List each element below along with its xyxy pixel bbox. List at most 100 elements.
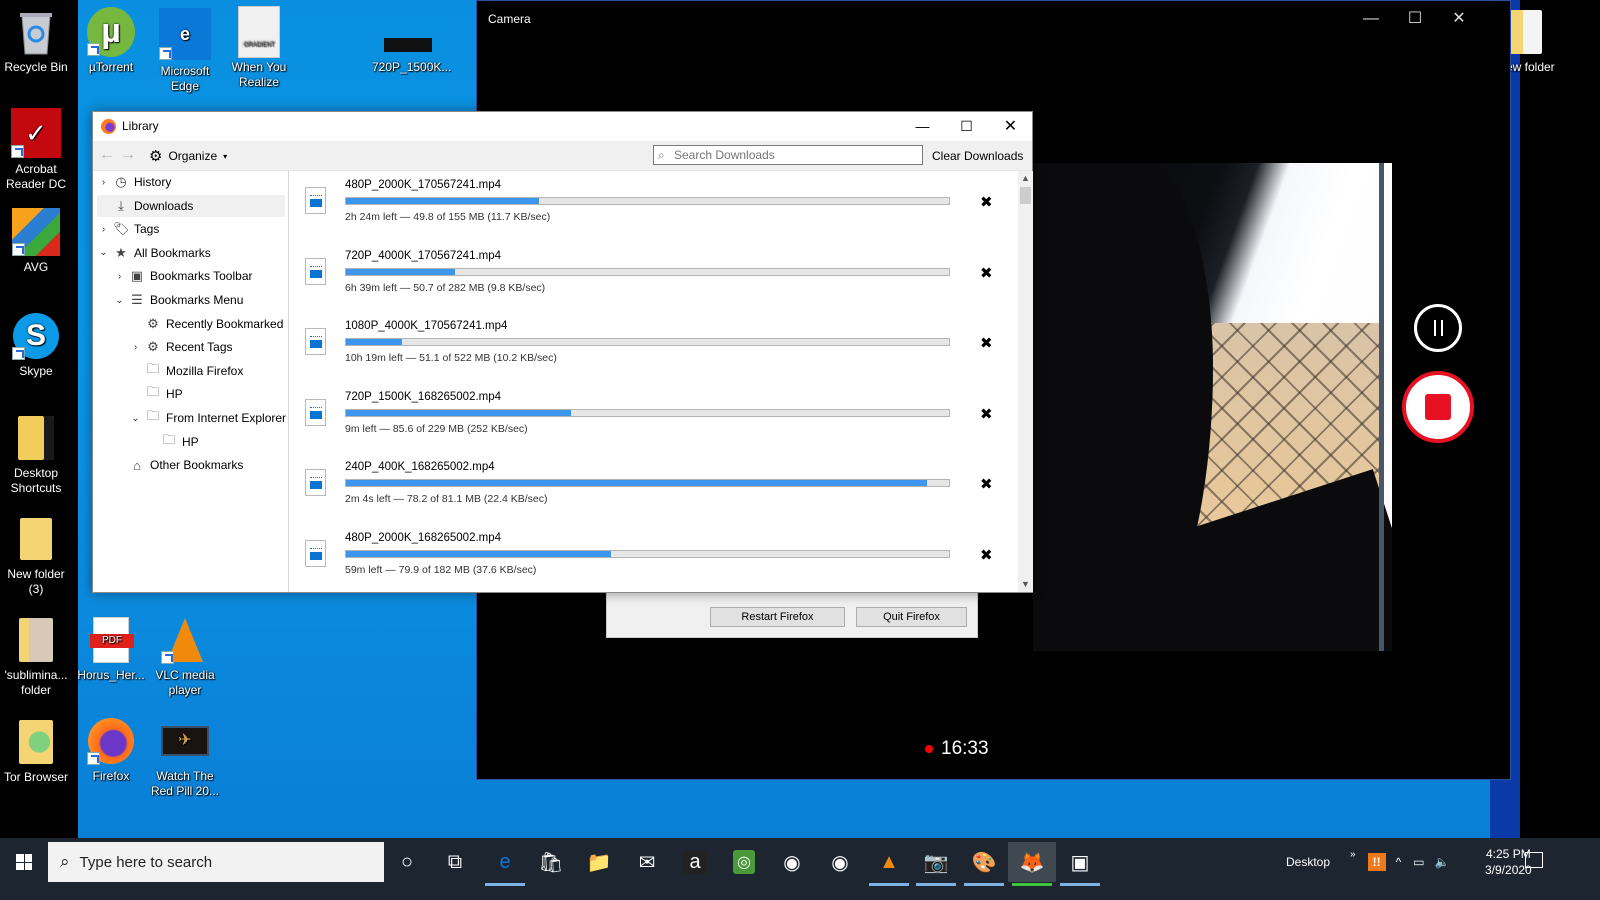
chevron-right-icon[interactable]: ›: [99, 224, 108, 235]
download-item[interactable]: 480P_2000K_170567241.mp4 2h 24m left — 49…: [290, 171, 1018, 241]
sidebar-item[interactable]: ⌄ ★ All Bookmarks: [99, 242, 210, 264]
desktop-icon-tor-browser[interactable]: Tor Browser: [0, 718, 72, 785]
desktop-icon-avg[interactable]: AVG: [0, 208, 72, 275]
cancel-download-icon[interactable]: ✖: [980, 475, 993, 493]
scroll-up-icon[interactable]: ▲: [1018, 171, 1033, 186]
sidebar-item[interactable]: › ▣ Bookmarks Toolbar: [115, 265, 253, 287]
cancel-download-icon[interactable]: ✖: [980, 546, 993, 564]
video-file-icon: [305, 187, 326, 214]
firefox-icon: [101, 119, 116, 134]
start-button[interactable]: [0, 838, 48, 886]
chevron-right-icon[interactable]: ›: [131, 342, 140, 353]
minimize-button[interactable]: —: [1349, 5, 1393, 33]
desktop-icon-vlc[interactable]: VLC media player: [149, 616, 221, 698]
sidebar-item[interactable]: ⌂ Other Bookmarks: [115, 454, 243, 476]
desktop-icon-desktop-shortcuts[interactable]: Desktop Shortcuts: [0, 414, 72, 496]
cancel-download-icon[interactable]: ✖: [980, 334, 993, 352]
sidebar-item[interactable]: 🗀 HP: [131, 383, 182, 405]
scroll-thumb[interactable]: [1020, 187, 1031, 204]
chevron-down-icon[interactable]: ⌄: [131, 413, 140, 424]
stop-recording-button[interactable]: [1402, 371, 1474, 443]
volume-icon[interactable]: 🔈: [1435, 855, 1450, 869]
firefox-icon: 🦊: [1019, 851, 1045, 874]
running-indicator: [485, 883, 525, 886]
action-center-icon[interactable]: [1525, 852, 1543, 868]
chevron-right-icon[interactable]: ›: [99, 177, 108, 188]
maximize-button[interactable]: ☐: [944, 112, 989, 141]
desktop-icon-horus-pdf[interactable]: PDF Horus_Her...: [75, 616, 147, 683]
maximize-button[interactable]: ☐: [1393, 5, 1437, 33]
show-hidden-icons-icon[interactable]: ^: [1396, 855, 1402, 869]
desktop-icon-new-folder-3[interactable]: New folder (3): [0, 515, 72, 597]
toolbar-overflow-icon[interactable]: »: [1350, 849, 1356, 860]
taskbar-app-vlc[interactable]: ▲: [865, 842, 913, 886]
sidebar-item[interactable]: › 🏷 Tags: [99, 218, 160, 240]
taskbar-app-mail[interactable]: ✉: [623, 842, 671, 882]
chevron-down-icon[interactable]: ⌄: [99, 247, 108, 258]
taskbar-app-camera[interactable]: 📷: [912, 842, 960, 886]
sidebar-item[interactable]: ⌄ ☰ Bookmarks Menu: [115, 289, 243, 311]
downloads-scrollbar[interactable]: ▲ ▼: [1018, 171, 1033, 592]
taskbar-app-paint[interactable]: 🎨: [960, 842, 1008, 886]
search-downloads-input[interactable]: [674, 146, 914, 164]
taskbar-app-webcam-app[interactable]: ◉: [768, 842, 816, 882]
desktop-icon-subliminal-folder[interactable]: 'sublimina... folder: [0, 616, 72, 698]
desktop-icon-skype[interactable]: S Skype: [0, 312, 72, 379]
sidebar-item[interactable]: ⤓ Downloads: [97, 194, 285, 217]
cancel-download-icon[interactable]: ✖: [980, 264, 993, 282]
scroll-down-icon[interactable]: ▼: [1018, 577, 1033, 592]
desktop-icon-red-pill-video[interactable]: ✈ Watch The Red Pill 20...: [149, 717, 221, 799]
desktop-icon-utorrent[interactable]: µ µTorrent: [75, 7, 147, 75]
taskbar-app-firefox[interactable]: 🦊: [1008, 842, 1056, 886]
quit-firefox-button[interactable]: Quit Firefox: [856, 607, 967, 627]
taskbar-search-box[interactable]: ⌕ Type here to search: [48, 842, 384, 882]
taskbar-app-edge[interactable]: e: [481, 842, 529, 886]
taskbar-app-amazon[interactable]: a: [671, 842, 719, 882]
sidebar-item[interactable]: ⚙ Recently Bookmarked: [131, 313, 283, 335]
desktop-icon-recycle-bin[interactable]: Recycle Bin: [0, 8, 72, 75]
taskbar-app-app[interactable]: ▣: [1056, 842, 1104, 886]
desktop-icon-edge[interactable]: e Microsoft Edge: [149, 8, 221, 94]
sidebar-item[interactable]: 🗀 HP: [147, 431, 198, 453]
taskbar-app-cortana[interactable]: ○: [383, 842, 431, 882]
download-item[interactable]: 1080P_4000K_170567241.mp4 10h 19m left — …: [290, 312, 1018, 382]
desktop-icon-firefox[interactable]: Firefox: [75, 717, 147, 784]
chevron-right-icon[interactable]: ›: [115, 271, 124, 282]
pause-button[interactable]: [1414, 304, 1462, 352]
sidebar-item[interactable]: › ⚙ Recent Tags: [131, 336, 233, 358]
search-downloads-field[interactable]: ⌕: [653, 145, 923, 165]
taskbar-app-tripadvisor[interactable]: ◎: [720, 842, 768, 882]
taskbar-app-task-view[interactable]: ⧉: [431, 842, 479, 882]
battery-icon[interactable]: ▭: [1413, 855, 1424, 869]
alert-app-icon[interactable]: !!: [1367, 853, 1386, 871]
desktop-icon-720p-video[interactable]: 720P_1500K...: [372, 8, 451, 75]
desktop-toolbar-label[interactable]: Desktop: [1286, 855, 1330, 869]
cancel-download-icon[interactable]: ✖: [980, 405, 993, 423]
pdf-icon: PDF: [87, 616, 135, 664]
taskbar-app-file-explorer[interactable]: 📁: [575, 842, 623, 882]
cancel-download-icon[interactable]: ✖: [980, 193, 993, 211]
vlc-icon: ▲: [879, 850, 899, 873]
sidebar-item[interactable]: › ◷ History: [99, 171, 172, 193]
taskbar-app-store[interactable]: 🛍: [527, 842, 575, 882]
clear-downloads-button[interactable]: Clear Downloads: [932, 149, 1023, 163]
sidebar-item[interactable]: 🗀 Mozilla Firefox: [131, 360, 243, 382]
chevron-down-icon[interactable]: ⌄: [115, 295, 124, 306]
sidebar-item[interactable]: ⌄ 🗀 From Internet Explorer: [131, 407, 286, 429]
back-button[interactable]: ←: [99, 146, 115, 164]
desktop-icon-acrobat[interactable]: ✓ Acrobat Reader DC: [0, 108, 72, 192]
search-icon: ⌕: [60, 852, 70, 871]
download-item[interactable]: 240P_400K_168265002.mp4 2m 4s left — 78.2…: [290, 453, 1018, 523]
taskbar-app-camera-app-2[interactable]: ◉: [816, 842, 864, 882]
download-item[interactable]: 720P_1500K_168265002.mp4 9m left — 85.6 o…: [290, 383, 1018, 453]
desktop-icon-when-you-realize[interactable]: GRADIENT When You Realize: [223, 6, 295, 90]
download-item[interactable]: 480P_2000K_168265002.mp4 59m left — 79.9 …: [290, 524, 1018, 592]
organize-menu-button[interactable]: ⚙ Organize ▾: [149, 147, 227, 165]
close-button[interactable]: ✕: [988, 112, 1033, 141]
download-item[interactable]: 720P_4000K_170567241.mp4 6h 39m left — 50…: [290, 242, 1018, 312]
forward-button[interactable]: →: [120, 146, 136, 164]
close-button[interactable]: ✕: [1437, 5, 1481, 33]
restart-firefox-button[interactable]: Restart Firefox: [710, 607, 845, 627]
minimize-button[interactable]: —: [900, 112, 945, 141]
video-file-icon: [305, 398, 326, 426]
